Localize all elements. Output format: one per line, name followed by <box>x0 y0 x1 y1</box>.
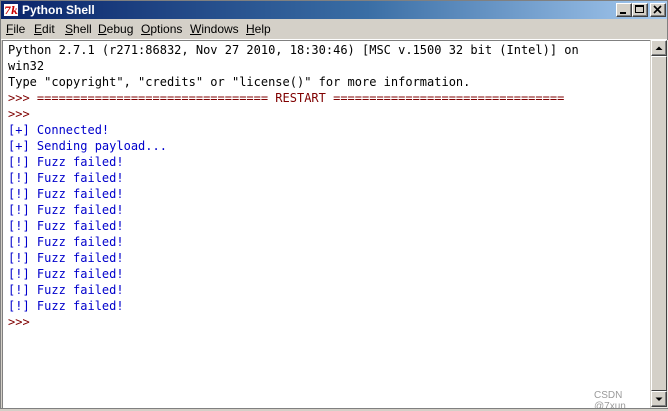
menu-shell[interactable]: Shell <box>65 22 92 36</box>
shell-line: [!] Fuzz failed! <box>8 219 124 233</box>
python-idle-icon: 7k <box>3 2 19 18</box>
minimize-icon <box>620 12 626 14</box>
shell-output: Python 2.7.1 (r271:86832, Nov 27 2010, 1… <box>8 42 579 330</box>
maximize-icon <box>635 5 644 13</box>
menu-help-rest: elp <box>254 22 271 36</box>
maximize-button[interactable] <box>632 3 648 17</box>
arrow-down-icon <box>655 397 663 401</box>
shell-line: [!] Fuzz failed! <box>8 203 124 217</box>
scrollbar-thumb[interactable] <box>651 56 667 391</box>
shell-line: [!] Fuzz failed! <box>8 299 124 313</box>
menu-windows[interactable]: Windows <box>190 22 239 36</box>
menu-help-mnemonic: H <box>246 22 255 36</box>
menu-shell-rest: hell <box>73 22 92 36</box>
shell-line: win32 <box>8 59 45 73</box>
menu-help[interactable]: Help <box>246 22 271 36</box>
minimize-button[interactable] <box>616 3 632 17</box>
close-button[interactable] <box>650 3 666 17</box>
scroll-up-button[interactable] <box>651 40 667 56</box>
shell-line: >>> ================================ RES… <box>8 91 565 105</box>
menu-file[interactable]: File <box>6 22 25 36</box>
shell-line: [!] Fuzz failed! <box>8 235 124 249</box>
shell-line: [!] Fuzz failed! <box>8 171 124 185</box>
close-icon <box>653 5 662 14</box>
window-title: Python Shell <box>22 3 95 17</box>
shell-line: [!] Fuzz failed! <box>8 155 124 169</box>
shell-line: Python 2.7.1 (r271:86832, Nov 27 2010, 1… <box>8 43 579 57</box>
menu-options[interactable]: Options <box>141 22 182 36</box>
shell-line: >>> <box>8 107 30 121</box>
arrow-up-icon <box>655 46 663 50</box>
svg-text:7k: 7k <box>4 6 18 17</box>
shell-line: >>> <box>8 315 30 329</box>
menu-bar: File Edit Shell Debug Options Windows He… <box>1 19 667 40</box>
shell-line: [+] Connected! <box>8 123 110 137</box>
watermark: CSDN @7xun <box>594 390 626 408</box>
shell-line: [+] Sending payload... <box>8 139 167 153</box>
menu-edit[interactable]: Edit <box>34 22 55 36</box>
shell-line: Type "copyright", "credits" or "license(… <box>8 75 471 89</box>
shell-text-area[interactable]: Python 2.7.1 (r271:86832, Nov 27 2010, 1… <box>2 40 650 408</box>
title-bar[interactable]: 7k Python Shell <box>1 1 667 19</box>
shell-line: [!] Fuzz failed! <box>8 267 124 281</box>
menu-windows-mnemonic: W <box>190 22 202 36</box>
shell-line: [!] Fuzz failed! <box>8 187 124 201</box>
menu-debug-rest: ebug <box>106 22 134 36</box>
menu-file-rest: ile <box>13 22 26 36</box>
scroll-down-button[interactable] <box>651 391 667 407</box>
menu-options-mnemonic: O <box>141 22 151 36</box>
menu-debug-mnemonic: D <box>98 22 107 36</box>
vertical-scrollbar[interactable] <box>651 40 668 408</box>
menu-shell-mnemonic: S <box>65 22 74 36</box>
shell-line: [!] Fuzz failed! <box>8 251 124 265</box>
menu-options-rest: ptions <box>150 22 183 36</box>
python-shell-window: 7k Python Shell File Edit Shell Debug Op… <box>0 0 668 409</box>
menu-edit-rest: dit <box>42 22 55 36</box>
shell-line: [!] Fuzz failed! <box>8 283 124 297</box>
menu-windows-rest: indows <box>201 22 239 36</box>
menu-debug[interactable]: Debug <box>98 22 133 36</box>
menu-edit-mnemonic: E <box>34 22 43 36</box>
